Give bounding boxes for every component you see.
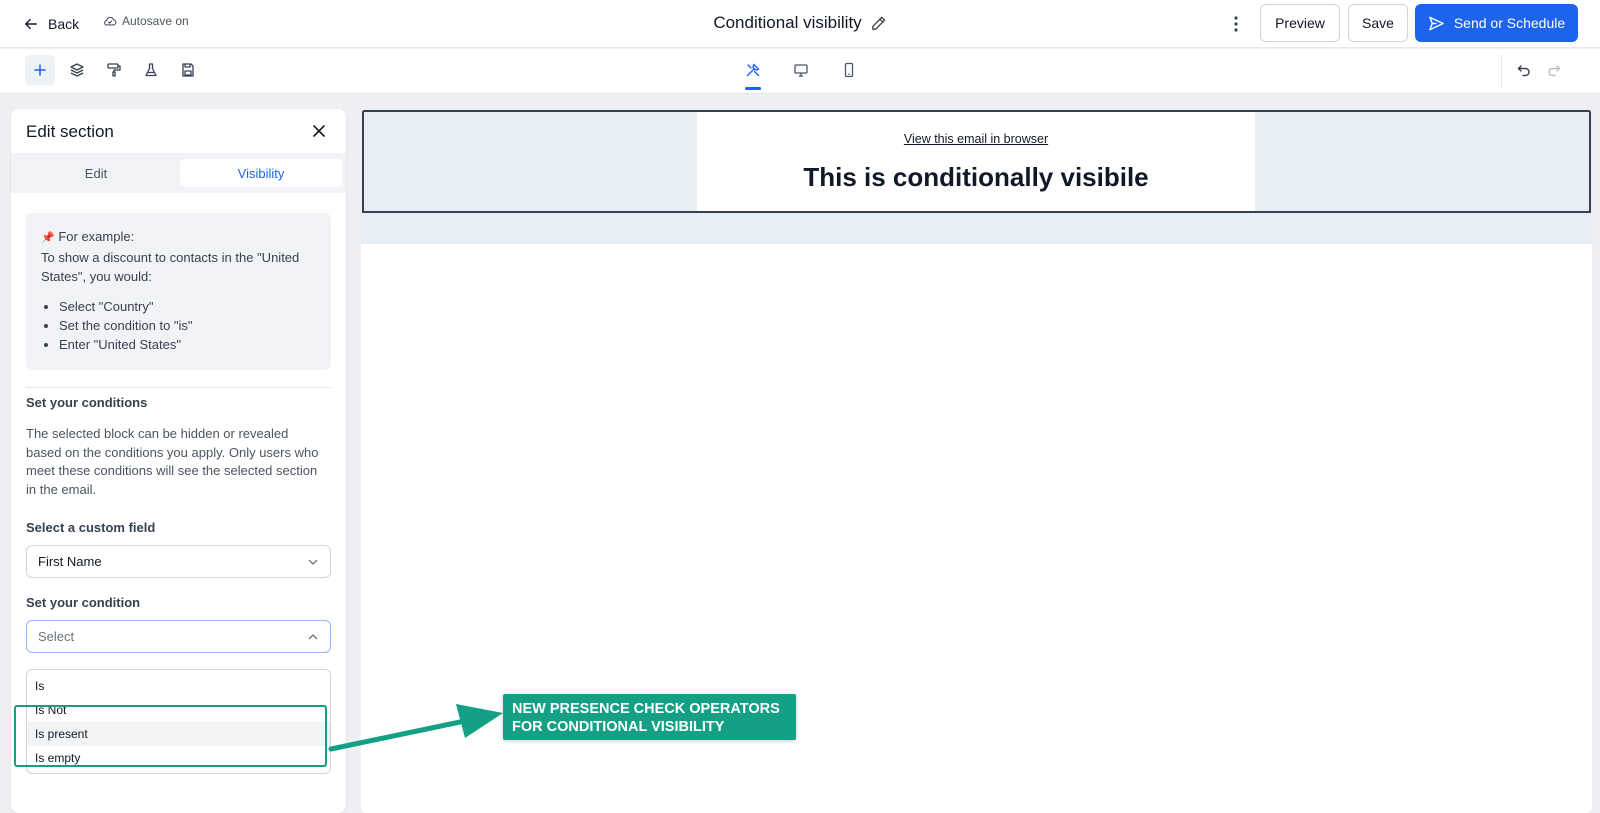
- divider: [26, 387, 331, 388]
- annotation-callout: NEW PRESENCE CHECK OPERATORS FOR CONDITI…: [503, 694, 796, 740]
- example-intro: To show a discount to contacts in the "U…: [41, 250, 300, 284]
- highlight-box: [14, 705, 327, 767]
- cloud-check-icon: [104, 16, 117, 26]
- document-title-text: Conditional visibility: [713, 13, 862, 32]
- save-button[interactable]: Save: [1348, 4, 1408, 42]
- tab-edit[interactable]: Edit: [15, 159, 177, 187]
- tab-visibility[interactable]: Visibility: [180, 159, 342, 187]
- example-step: Enter "United States": [59, 335, 316, 354]
- back-button[interactable]: Back: [24, 12, 79, 36]
- desktop-preview-tab[interactable]: [786, 55, 816, 85]
- example-steps: Select "Country" Set the condition to "i…: [41, 297, 316, 354]
- test-button[interactable]: [136, 55, 166, 85]
- send-icon: [1429, 16, 1444, 30]
- mobile-preview-tab[interactable]: [834, 55, 864, 85]
- pencil-icon[interactable]: [870, 15, 887, 32]
- example-heading-line: 📌 For example:: [41, 227, 316, 248]
- save-icon: [182, 63, 194, 77]
- callout-line: NEW PRESENCE CHECK OPERATORS: [512, 701, 780, 717]
- condition-placeholder: Select: [38, 629, 75, 644]
- example-step: Set the condition to "is": [59, 316, 316, 335]
- send-or-schedule-button[interactable]: Send or Schedule: [1415, 4, 1578, 42]
- undo-button[interactable]: [1509, 55, 1539, 85]
- send-label: Send or Schedule: [1453, 15, 1566, 31]
- annotation-arrow: [328, 704, 503, 752]
- layers-icon: [70, 63, 84, 77]
- condition-select[interactable]: Select: [26, 620, 331, 653]
- condition-label: Set your condition: [26, 595, 141, 610]
- design-tools-icon: [746, 63, 760, 77]
- preview-button[interactable]: Preview: [1260, 4, 1340, 42]
- undo-icon: [1517, 65, 1530, 77]
- design-view-tab[interactable]: [738, 55, 768, 85]
- chevron-down-icon: [308, 559, 318, 565]
- conditions-description: The selected block can be hidden or reve…: [26, 426, 319, 497]
- email-headline[interactable]: This is conditionally visibile: [697, 162, 1255, 193]
- plus-icon: [34, 64, 46, 76]
- pin-icon: 📌: [41, 232, 55, 244]
- close-panel-button[interactable]: [307, 119, 331, 143]
- save-template-button[interactable]: [173, 55, 203, 85]
- custom-field-select[interactable]: First Name: [26, 545, 331, 578]
- back-label: Back: [48, 16, 80, 32]
- example-callout: 📌 For example: To show a discount to con…: [26, 213, 331, 370]
- autosave-label: Autosave on: [122, 14, 189, 28]
- redo-icon: [1548, 65, 1561, 77]
- email-content-block[interactable]: View this email in browser This is condi…: [697, 112, 1255, 211]
- callout-line: FOR CONDITIONAL VISIBILITY: [512, 719, 725, 735]
- document-title[interactable]: Conditional visibility: [713, 13, 886, 33]
- add-block-button[interactable]: [25, 55, 55, 85]
- view-in-browser-link[interactable]: View this email in browser: [697, 132, 1255, 146]
- editor-toolbar: [0, 49, 1600, 94]
- redo-button[interactable]: [1539, 55, 1569, 85]
- layers-button[interactable]: [62, 55, 92, 85]
- autosave-status: Autosave on: [103, 14, 189, 28]
- top-bar: Back Autosave on Conditional visibility …: [0, 0, 1600, 48]
- kebab-icon: [1234, 16, 1238, 32]
- option-is[interactable]: Is: [27, 674, 330, 698]
- close-icon: [313, 125, 325, 137]
- conditions-heading: Set your conditions: [26, 395, 148, 410]
- paint-roller-icon: [107, 63, 121, 77]
- example-heading: For example:: [58, 229, 135, 244]
- chevron-up-icon: [308, 634, 318, 640]
- custom-field-value: First Name: [38, 554, 102, 569]
- mobile-icon: [844, 62, 854, 78]
- flask-icon: [145, 63, 157, 77]
- panel-title: Edit section: [26, 122, 114, 141]
- panel-tabs: Edit Visibility: [11, 153, 346, 193]
- toolbar-divider: [1501, 55, 1502, 88]
- desktop-icon: [794, 64, 808, 77]
- active-view-indicator: [745, 87, 761, 90]
- more-options-button[interactable]: [1226, 12, 1246, 36]
- arrow-left-icon: [25, 18, 37, 30]
- example-step: Select "Country": [59, 297, 316, 316]
- styles-button[interactable]: [99, 55, 129, 85]
- custom-field-label: Select a custom field: [26, 520, 156, 535]
